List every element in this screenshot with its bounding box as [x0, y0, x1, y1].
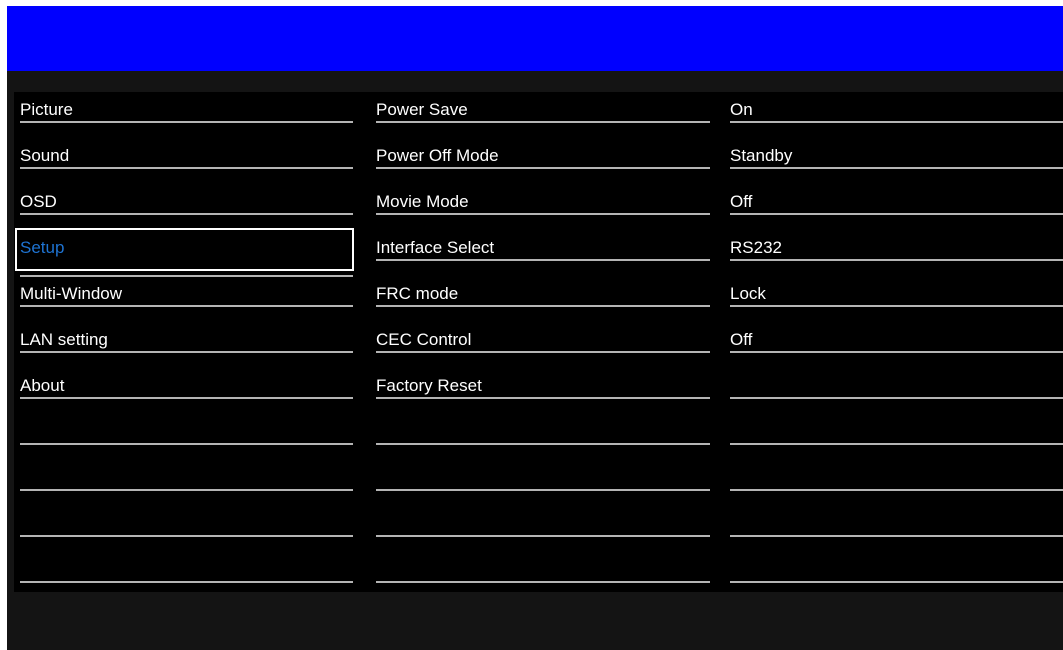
value-frc-mode[interactable]: Lock — [730, 276, 1063, 322]
row-divider — [376, 581, 710, 583]
row-divider — [20, 535, 353, 537]
row-divider — [376, 167, 710, 169]
category-osd[interactable]: OSD — [20, 184, 359, 230]
category-picture[interactable]: Picture — [20, 92, 359, 138]
row-divider — [730, 167, 1063, 169]
row-divider — [376, 397, 710, 399]
setting-value: Off — [730, 330, 753, 349]
category-label: Setup — [20, 238, 65, 257]
category-empty — [20, 506, 359, 552]
category-empty — [20, 552, 359, 598]
row-divider — [20, 489, 353, 491]
row-divider — [730, 397, 1063, 399]
row-divider — [730, 443, 1063, 445]
value-factory-reset — [730, 368, 1063, 414]
row-divider — [730, 213, 1063, 215]
menu-area: Picture Sound OSD Setup Multi-Window LAN… — [14, 92, 1063, 592]
value-empty — [730, 552, 1063, 598]
value-empty — [730, 506, 1063, 552]
row-divider — [20, 351, 353, 353]
osd-menu-window: Picture Sound OSD Setup Multi-Window LAN… — [7, 6, 1063, 650]
setting-factory-reset[interactable]: Factory Reset — [376, 368, 710, 414]
category-label: About — [20, 376, 65, 395]
row-divider — [20, 167, 353, 169]
setting-frc-mode[interactable]: FRC mode — [376, 276, 710, 322]
row-divider — [376, 443, 710, 445]
row-divider — [376, 305, 710, 307]
category-setup[interactable]: Setup — [15, 228, 359, 277]
setting-label: FRC mode — [376, 284, 459, 303]
value-list: On Standby Off RS232 Lock Off — [730, 92, 1063, 598]
row-divider — [376, 351, 710, 353]
category-empty — [20, 460, 359, 506]
setting-cec-control[interactable]: CEC Control — [376, 322, 710, 368]
row-divider — [20, 305, 353, 307]
setting-value: On — [730, 100, 753, 119]
row-divider — [376, 535, 710, 537]
setting-value: Standby — [730, 146, 793, 165]
setting-interface-select[interactable]: Interface Select — [376, 230, 710, 276]
category-label: Multi-Window — [20, 284, 123, 303]
setting-power-off-mode[interactable]: Power Off Mode — [376, 138, 710, 184]
row-divider — [730, 259, 1063, 261]
category-lan-setting[interactable]: LAN setting — [20, 322, 359, 368]
row-divider — [730, 305, 1063, 307]
setting-label: Power Off Mode — [376, 146, 499, 165]
title-bar — [7, 6, 1063, 71]
setting-label: Interface Select — [376, 238, 495, 257]
category-label: LAN setting — [20, 330, 108, 349]
setting-power-save[interactable]: Power Save — [376, 92, 710, 138]
setting-label: Movie Mode — [376, 192, 469, 211]
row-divider — [730, 121, 1063, 123]
value-power-save[interactable]: On — [730, 92, 1063, 138]
row-divider — [20, 581, 353, 583]
row-divider — [376, 259, 710, 261]
category-label: OSD — [20, 192, 57, 211]
setting-empty — [376, 460, 710, 506]
setting-empty — [376, 506, 710, 552]
row-divider — [730, 535, 1063, 537]
row-divider — [20, 213, 353, 215]
category-sound[interactable]: Sound — [20, 138, 359, 184]
selection-highlight — [15, 228, 354, 271]
row-divider — [20, 443, 353, 445]
setting-empty — [376, 414, 710, 460]
setting-label: Power Save — [376, 100, 468, 119]
row-divider — [730, 489, 1063, 491]
setting-value: Off — [730, 192, 753, 211]
category-empty — [20, 414, 359, 460]
row-divider — [730, 351, 1063, 353]
value-empty — [730, 460, 1063, 506]
value-interface-select[interactable]: RS232 — [730, 230, 1063, 276]
setting-movie-mode[interactable]: Movie Mode — [376, 184, 710, 230]
value-movie-mode[interactable]: Off — [730, 184, 1063, 230]
row-divider — [730, 581, 1063, 583]
row-divider — [20, 397, 353, 399]
setting-empty — [376, 552, 710, 598]
setting-label: CEC Control — [376, 330, 472, 349]
row-divider — [20, 121, 353, 123]
category-about[interactable]: About — [20, 368, 359, 414]
setting-list: Power Save Power Off Mode Movie Mode Int… — [376, 92, 710, 598]
value-empty — [730, 414, 1063, 460]
setting-value: RS232 — [730, 238, 782, 257]
row-divider — [376, 121, 710, 123]
category-multi-window[interactable]: Multi-Window — [20, 276, 359, 322]
value-power-off-mode[interactable]: Standby — [730, 138, 1063, 184]
row-divider — [376, 489, 710, 491]
setting-label: Factory Reset — [376, 376, 482, 395]
category-label: Sound — [20, 146, 70, 165]
value-cec-control[interactable]: Off — [730, 322, 1063, 368]
category-list: Picture Sound OSD Setup Multi-Window LAN… — [15, 92, 359, 598]
setting-value: Lock — [730, 284, 766, 303]
row-divider — [376, 213, 710, 215]
category-label: Picture — [20, 100, 73, 119]
